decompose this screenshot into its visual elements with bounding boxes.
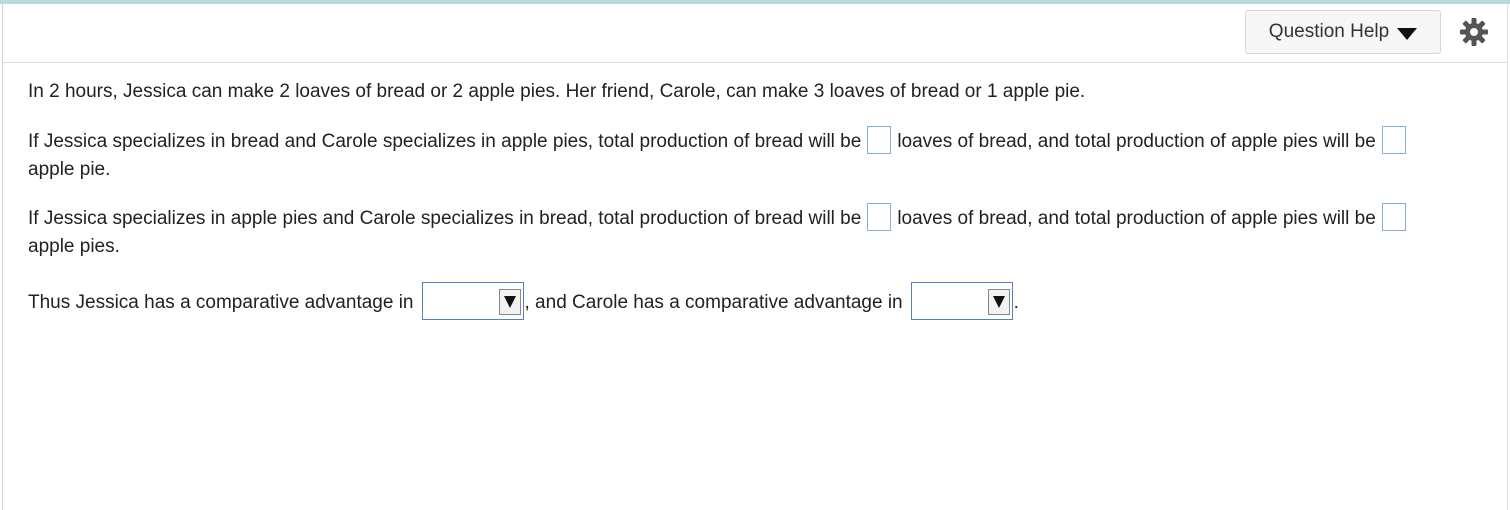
top-accent-bar [0,0,1510,4]
q3-text-b: , and Carole has a comparative advantage… [524,292,903,313]
dropdown-arrow-icon[interactable] [498,289,521,315]
q3-text-c: . [1013,292,1019,313]
caret-down-icon [1397,27,1418,40]
q3-text-a: Thus Jessica has a comparative advantage… [28,292,414,313]
q2-text-b: loaves of bread, and total production of… [897,208,1376,229]
q1-text-c: apple pie. [28,159,111,180]
bread-total-input-2[interactable] [867,203,892,231]
dropdown-arrow-icon[interactable] [987,289,1010,315]
question-part-2: If Jessica specializes in apple pies and… [28,203,1468,261]
question-help-button[interactable]: Question Help [1245,10,1441,54]
carole-advantage-dropdown[interactable] [910,282,1013,320]
q2-text-c: apple pies. [28,236,120,257]
pie-total-input-2[interactable] [1381,203,1406,231]
pie-total-input-1[interactable] [1381,126,1406,154]
question-part-3: Thus Jessica has a comparative advantage… [28,282,1019,320]
question-intro: In 2 hours, Jessica can make 2 loaves of… [28,81,1086,102]
gear-icon[interactable] [1458,16,1490,48]
header-divider [3,62,1507,63]
bread-total-input-1[interactable] [867,126,892,154]
q1-text-a: If Jessica specializes in bread and Caro… [28,131,862,152]
right-border [1507,4,1508,510]
q1-text-b: loaves of bread, and total production of… [897,131,1376,152]
jessica-advantage-dropdown[interactable] [421,282,524,320]
left-border [2,4,3,510]
question-part-1: If Jessica specializes in bread and Caro… [28,126,1468,184]
q2-text-a: If Jessica specializes in apple pies and… [28,208,862,229]
question-help-label: Question Help [1268,21,1390,42]
